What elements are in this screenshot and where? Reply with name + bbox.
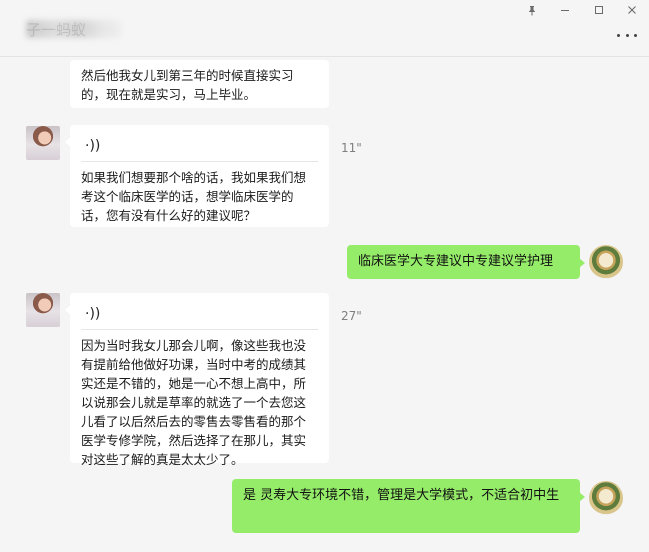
minimize-button[interactable] xyxy=(548,0,582,20)
title-bar: 子一蚂蚁 xyxy=(0,0,649,57)
more-options-button[interactable] xyxy=(617,28,637,42)
maximize-icon xyxy=(595,6,603,14)
user-avatar[interactable] xyxy=(589,481,623,515)
voice-transcript: 如果我们想要那个啥的话，我如果我们想考这个临床医学的话，想学临床医学的话，您有没… xyxy=(81,170,307,223)
maximize-button[interactable] xyxy=(582,0,616,20)
minimize-icon xyxy=(561,10,569,11)
message-text: 是 灵寿大专环境不错，管理是大学模式，不适合初中生 xyxy=(243,488,560,503)
voice-play-row[interactable]: ·)) xyxy=(81,299,318,329)
message-bubble-outgoing[interactable]: 临床医学大专建议中专建议学护理 xyxy=(347,245,585,279)
close-icon xyxy=(628,6,636,14)
voice-wave-icon: ·)) xyxy=(85,305,101,322)
voice-duration: 11" xyxy=(341,141,362,155)
voice-divider xyxy=(81,329,318,330)
voice-divider xyxy=(81,161,318,162)
voice-wave-icon: ·)) xyxy=(85,137,101,154)
message-text: 临床医学大专建议中专建议学护理 xyxy=(358,254,554,269)
message-bubble-incoming[interactable]: 然后他我女儿到第三年的时候直接实习的，现在就是实习，马上毕业。 xyxy=(70,60,329,108)
pin-button[interactable] xyxy=(515,0,549,20)
message-bubble-outgoing[interactable]: 是 灵寿大专环境不错，管理是大学模式，不适合初中生 xyxy=(232,479,585,533)
chat-title: 子一蚂蚁 xyxy=(26,20,122,39)
pin-icon xyxy=(529,5,535,15)
chat-title-text: 子一蚂蚁 xyxy=(26,21,87,39)
voice-message-bubble[interactable]: ·)) 如果我们想要那个啥的话，我如果我们想考这个临床医学的话，想学临床医学的话… xyxy=(65,125,329,227)
more-dot xyxy=(634,33,637,37)
user-avatar[interactable] xyxy=(589,245,623,279)
contact-avatar[interactable] xyxy=(26,126,60,160)
voice-duration: 27" xyxy=(341,309,362,323)
close-button[interactable] xyxy=(615,0,649,20)
more-dot xyxy=(625,33,629,37)
more-dots-icon xyxy=(617,33,620,37)
voice-transcript: 因为当时我女儿那会儿啊，像这些我也没有提前给他做好功课，当时中考的成绩其实还是不… xyxy=(81,338,307,467)
voice-play-row[interactable]: ·)) xyxy=(81,131,318,161)
message-text: 然后他我女儿到第三年的时候直接实习的，现在就是实习，马上毕业。 xyxy=(81,68,294,102)
voice-message-bubble[interactable]: ·)) 因为当时我女儿那会儿啊，像这些我也没有提前给他做好功课，当时中考的成绩其… xyxy=(65,293,329,467)
contact-avatar[interactable] xyxy=(26,293,60,327)
